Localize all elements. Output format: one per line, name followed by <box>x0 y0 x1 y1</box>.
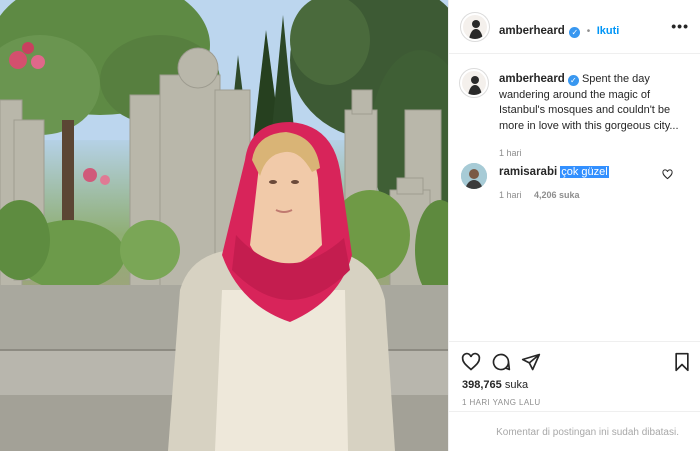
follow-button[interactable]: Ikuti <box>597 25 620 37</box>
heart-icon[interactable] <box>461 352 481 372</box>
comment-text: çok güzel <box>560 166 609 178</box>
likes-suffix: suka <box>501 379 529 391</box>
comment-text-row: ramisarabi çok güzel <box>499 166 609 178</box>
post-details-panel: amberheard ✓ • Ikuti ••• amberheard ✓ Sp… <box>448 0 700 451</box>
verified-badge-icon: ✓ <box>569 27 581 38</box>
comment-icon[interactable] <box>491 352 511 372</box>
verified-badge-icon: ✓ <box>567 75 579 86</box>
comment-heart-icon[interactable] <box>662 169 673 180</box>
comment-avatar-image <box>461 163 487 189</box>
likes-count[interactable]: 398,765 suka <box>462 379 528 391</box>
photo-illustration <box>0 0 448 451</box>
comment-avatar[interactable] <box>461 163 487 189</box>
share-icon[interactable] <box>521 352 541 372</box>
comments-disabled-bar: Komentar di postingan ini sudah dibatasi… <box>449 411 700 451</box>
posted-time[interactable]: 1 HARI YANG LALU <box>462 398 541 407</box>
header-user-row: amberheard ✓ • Ikuti <box>499 21 619 39</box>
comment-likes[interactable]: 4,206 suka <box>534 190 580 200</box>
comment-meta: 1 hari 4,206 suka <box>499 190 580 200</box>
header-username[interactable]: amberheard <box>499 25 565 37</box>
likes-number: 398,765 <box>462 379 502 391</box>
more-dots-icon[interactable]: ••• <box>671 18 689 34</box>
caption-time[interactable]: 1 hari <box>499 146 691 162</box>
caption-username[interactable]: amberheard <box>499 73 565 85</box>
post-actions: 398,765 suka 1 HARI YANG LALU Komentar d… <box>449 341 700 451</box>
header-separator: • <box>586 26 591 37</box>
post-header: amberheard ✓ • Ikuti ••• <box>449 0 700 54</box>
caption-avatar[interactable] <box>459 68 489 98</box>
post-photo[interactable] <box>0 0 448 451</box>
comments-disabled-text: Komentar di postingan ini sudah dibatasi… <box>496 426 679 438</box>
avatar-silhouette-icon <box>469 20 483 39</box>
avatar[interactable] <box>460 12 490 42</box>
comment-username[interactable]: ramisarabi <box>499 166 557 178</box>
caption-text-block: amberheard ✓ Spent the day wandering aro… <box>499 72 691 162</box>
bookmark-icon[interactable] <box>672 352 692 372</box>
avatar-silhouette-icon <box>468 76 482 95</box>
comment-time[interactable]: 1 hari <box>499 190 522 200</box>
